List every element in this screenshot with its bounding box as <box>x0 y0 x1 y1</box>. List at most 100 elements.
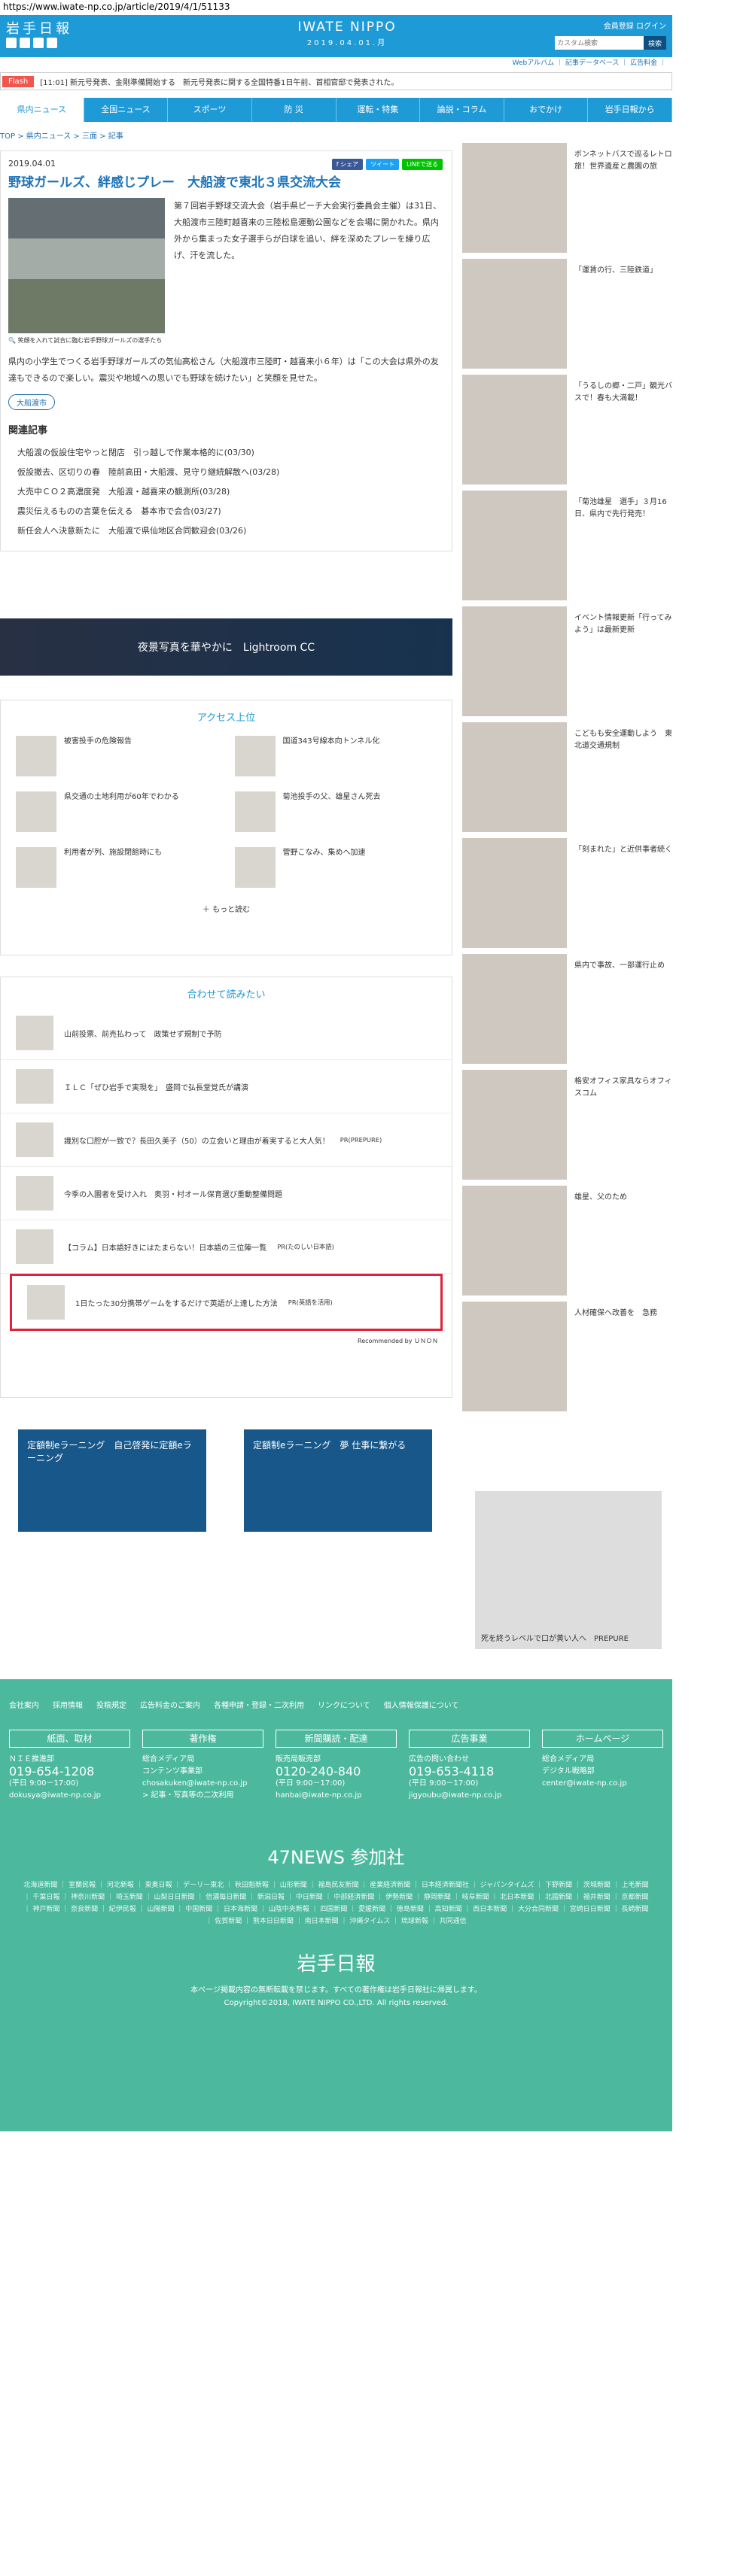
sidebar-item[interactable]: 雄星、父のため <box>462 1186 672 1302</box>
sidebar-item[interactable]: 「刻まれた」と近供事者続く <box>462 838 672 954</box>
ranking-item[interactable]: 被害投手の危険報告 <box>16 736 218 778</box>
sidebar-item[interactable]: 「運賃の行、三陸鉄道」 <box>462 259 672 375</box>
tweet-button[interactable]: ツイート <box>366 159 400 170</box>
contact-line: デジタル戦略部 <box>542 1767 595 1776</box>
flash-news[interactable]: Flash [11:01] 新元号発表、金剛準備開始する 新元号発表に関する全国特… <box>0 72 672 90</box>
nav-sports[interactable]: スポーツ <box>168 98 252 122</box>
recommended-item[interactable]: 識別な口腔が一致で？長田久美子（50）の立会いと理由が着実すると大人気！ PR(P… <box>1 1113 452 1167</box>
sidebar-thumb <box>462 375 567 485</box>
site-logo[interactable]: 岩手日報 <box>6 18 72 38</box>
contact-line: (平日 9:00－17:00) <box>9 1779 79 1788</box>
search-input[interactable] <box>555 36 644 50</box>
sidebar-item[interactable]: 人材確保へ改善を 急務 <box>462 1302 672 1417</box>
ranking-item[interactable]: 国道343号線本向トンネル化 <box>234 736 437 778</box>
related-article[interactable]: 仮設撤去、区切りの春 陸前高田・大船渡、見守り継続解散へ(03/28) <box>8 462 444 481</box>
sidebar-item[interactable]: 「菊池雄星 選手」３月16日、県内で先行発売！ <box>462 491 672 606</box>
pr-label: PR(たのしい日本語) <box>277 1243 334 1250</box>
phone-number[interactable]: 0120-240-840 <box>276 1766 397 1778</box>
elearning-ad[interactable]: 定額制eラーニング 夢 仕事に繋がる <box>244 1429 432 1532</box>
sub-links[interactable]: Webアルバム ｜ 記事データベース ｜ 広告料金 ｜ <box>0 57 672 68</box>
sidebar-item[interactable]: イベント情報更新「行ってみよう」は最新更新 <box>462 606 672 722</box>
account-links[interactable]: 会員登録 ログイン <box>604 20 666 31</box>
email-link[interactable]: center@iwate-np.co.jp <box>542 1778 663 1790</box>
footer-link[interactable]: 広告料金のご案内 <box>140 1699 200 1710</box>
ranking-item[interactable]: 菊池投手の父、雄星さん死去 <box>234 791 437 834</box>
related-article[interactable]: 大船渡の仮設住宅やっと閉店 引っ越しで作業本格的に(03/30) <box>8 442 444 462</box>
recommended-item[interactable]: 【コラム】日本語好きにはたまらない！日本語の三位陣一覧 PR(たのしい日本語) <box>1 1220 452 1274</box>
contact-column: 広告事業 広告の問い合わせ 019-653-4118 (平日 9:00－17:00) j… <box>409 1730 530 1802</box>
facebook-icon[interactable] <box>20 38 30 48</box>
recommended-thumb <box>16 1229 53 1264</box>
ranking-text: 菅野こなみ、集めへ加速 <box>282 849 366 857</box>
footer-link[interactable]: 投稿規定 <box>96 1699 126 1710</box>
ranking-thumb <box>16 791 56 832</box>
contact-column: ホームページ 総合メディア局 デジタル戦略部 center@iwate-np.co.j… <box>542 1730 663 1802</box>
ranking-item[interactable]: 菅野こなみ、集めへ加速 <box>234 847 437 889</box>
breadcrumb[interactable]: TOP > 県内ニュース > 三面 > 記事 <box>0 129 123 141</box>
footer-link[interactable]: 各種申請・登録・二次利用 <box>214 1699 304 1710</box>
footer-link[interactable]: 個人情報保護について <box>384 1699 459 1710</box>
sidebar-item[interactable]: 「うるしの郷・二戸」観光バスで！春も大満載！ <box>462 375 672 491</box>
line-share-button[interactable]: LINEで送る <box>402 159 443 170</box>
email-link[interactable]: chosakuken@iwate-np.co.jp <box>142 1778 263 1790</box>
recommended-thumb <box>16 1176 53 1211</box>
current-date: 2019.04.01.月 <box>306 39 388 47</box>
phone-number[interactable]: 019-653-4118 <box>409 1766 530 1778</box>
sidebar-thumb <box>462 1302 567 1411</box>
email-link[interactable]: jigyoubu@iwate-np.co.jp <box>409 1790 530 1802</box>
ranking-item[interactable]: 県交通の土地利用が60年でわかる <box>16 791 218 834</box>
recommended-text: 山前投票、前売払わって 政策せず規制で予防 <box>64 1030 222 1039</box>
facebook-share-button[interactable]: f シェア <box>331 159 364 170</box>
footer-link[interactable]: リンクについて <box>318 1699 370 1710</box>
article-photo[interactable] <box>8 198 165 333</box>
sidebar-item[interactable]: 格安オフィス家具ならオフィスコム <box>462 1070 672 1186</box>
nav-local-news[interactable]: 県内ニュース <box>0 98 84 122</box>
nav-outings[interactable]: おでかけ <box>504 98 589 122</box>
recommended-item[interactable]: ＩＬＣ「ぜひ岩手で実現を」 盛岡で弘長堂覚氏が講演 <box>1 1060 452 1113</box>
nav-national-news[interactable]: 全国ニュース <box>84 98 169 122</box>
recommended-item[interactable]: 山前投票、前売払わって 政策せず規制で予防 <box>1 1007 452 1060</box>
recommended-thumb <box>16 1069 53 1104</box>
contact-heading: 広告事業 <box>409 1730 530 1748</box>
footer-link[interactable]: 会社案内 <box>9 1699 39 1710</box>
access-title: アクセス上位 <box>196 712 256 724</box>
lightroom-ad[interactable]: 夜景写真を華やかに Lightroom CC <box>0 618 452 676</box>
more-button[interactable]: ＋ もっと読む <box>1 895 452 926</box>
nav-columns[interactable]: 論説・コラム <box>420 98 504 122</box>
recommended-item[interactable]: 今季の入園者を受け入れ 奥羽・村オール保育選び重動整備問題 <box>1 1167 452 1220</box>
nav-features[interactable]: 運転・特集 <box>337 98 421 122</box>
sidebar-item[interactable]: こどもも安全運動しよう 東北道交通規制 <box>462 722 672 838</box>
email-link[interactable]: hanbai@iwate-np.co.jp <box>276 1790 397 1802</box>
address-bar[interactable]: https://www.iwate-np.co.jp/article/2019/… <box>0 0 740 15</box>
highlighted-recommended-item[interactable]: 1日たった30分携帯ゲームをするだけで英語が上達した方法 PR(英語を活用) <box>10 1274 443 1331</box>
camera-icon[interactable] <box>33 38 44 48</box>
rss-icon[interactable] <box>47 38 57 48</box>
phone-number[interactable]: 019-654-1208 <box>9 1766 130 1778</box>
footer-link[interactable]: 採用情報 <box>53 1699 83 1710</box>
sidebar-text: 「うるしの郷・二戸」観光バスで！春も大満載！ <box>574 382 672 402</box>
sidebar-item[interactable]: ボンネットバスで巡るレトロ旅！世界遺産と農園の旅 <box>462 143 672 259</box>
email-link[interactable]: dokusya@iwate-np.co.jp <box>9 1790 130 1802</box>
flash-text[interactable]: [11:01] 新元号発表、金剛準備開始する 新元号発表に関する全国特番1日午前… <box>40 76 398 87</box>
nav-from-iwate[interactable]: 岩手日報から <box>588 98 672 122</box>
sidebar-item[interactable]: 県内で事故、一部運行止め <box>462 954 672 1070</box>
search-button[interactable]: 検索 <box>644 36 666 50</box>
related-title: 関連記事 <box>8 425 48 436</box>
related-article[interactable]: 震災伝えるものの言葉を伝える 碁本市で会合(03/27) <box>8 501 444 521</box>
contact-link[interactable]: > 記事・写真等の二次利用 <box>142 1790 263 1802</box>
related-article[interactable]: 新任会人へ決意新たに 大船渡で県仙地区合同歓迎会(03/26) <box>8 521 444 540</box>
contact-column: 著作権 総合メディア局 コンテンツ事業部 chosakuken@iwate-np.co… <box>142 1730 263 1802</box>
ranking-item[interactable]: 利用者が列、施設閉館時にも <box>16 847 218 889</box>
elearning-ad[interactable]: 定額制eラーニング 自己啓発に定額eラーニング <box>18 1429 206 1532</box>
partner-newspapers[interactable]: 北海道新聞 ｜ 室蘭民報 ｜ 河北新報 ｜ 東奥日報 ｜ デーリー東北 ｜ 秋田… <box>0 1879 672 1927</box>
ranking-text: 県交通の土地利用が60年でわかる <box>64 793 179 801</box>
rights-notice: 本ページ掲載内容の無断転載を禁じます。すべての著作権は岩手日報社に帰属します。 <box>190 1986 482 1994</box>
twitter-icon[interactable] <box>6 38 17 48</box>
nav-disaster[interactable]: 防 災 <box>252 98 337 122</box>
contact-heading: 新聞購読・配達 <box>276 1730 397 1748</box>
social-icons <box>6 38 57 48</box>
contact-line: 総合メディア局 <box>542 1755 595 1763</box>
article-tag[interactable]: 大船渡市 <box>8 394 55 410</box>
related-article[interactable]: 大売中ＣＯ２高濃度発 大船渡・越喜来の観測所(03/28) <box>8 481 444 501</box>
sidebar-ad[interactable]: 死を終うレベルで口が黄い人へ PREPURE <box>475 1491 662 1649</box>
